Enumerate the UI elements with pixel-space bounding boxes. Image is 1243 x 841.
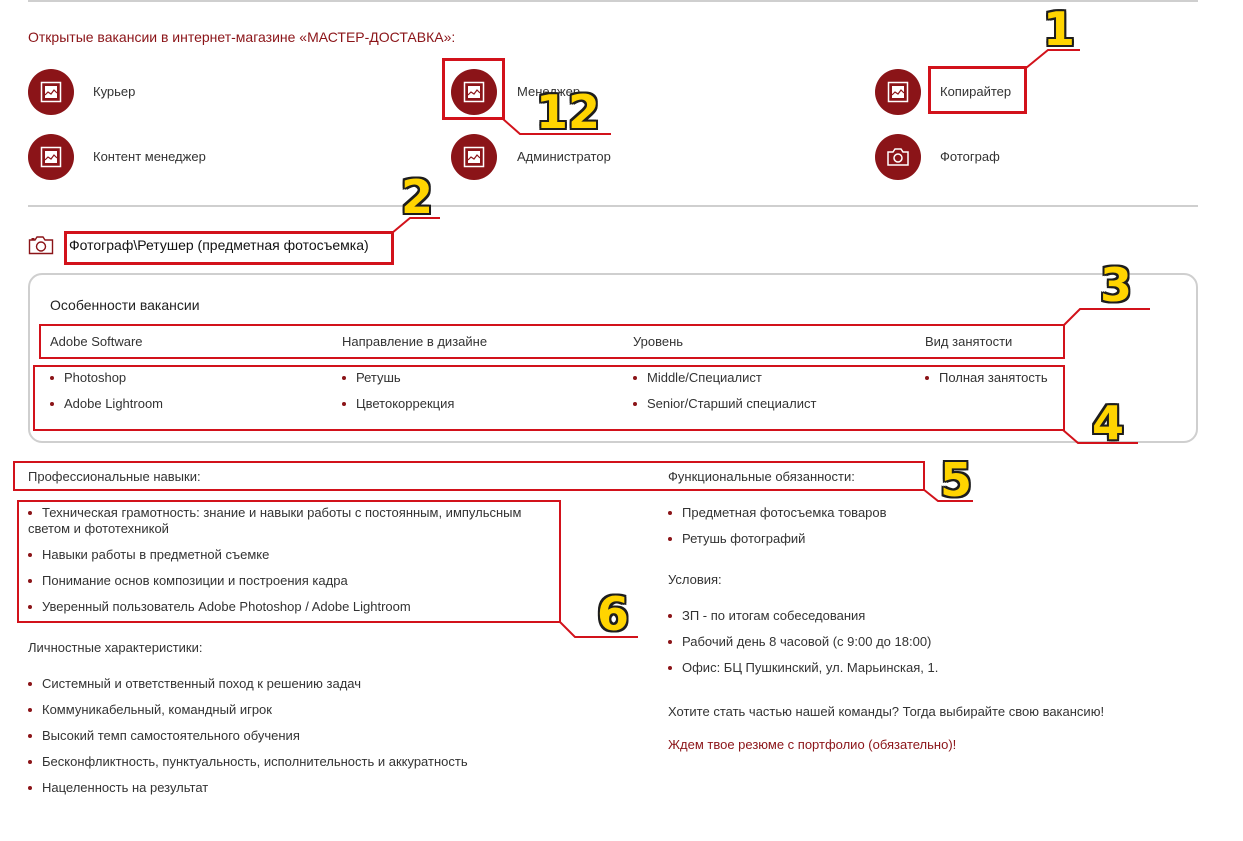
annotation-number: 3 (1100, 258, 1133, 312)
annotation-leader-lines (391, 49, 1150, 638)
annotation-number: 4 (1092, 396, 1125, 450)
annotation-number: 2 (401, 170, 434, 224)
annotation-number: 6 (597, 587, 630, 641)
annotation-number: 1 (1043, 2, 1076, 56)
annotation-number: 5 (940, 453, 973, 507)
annotation-number: 12 (536, 85, 601, 139)
